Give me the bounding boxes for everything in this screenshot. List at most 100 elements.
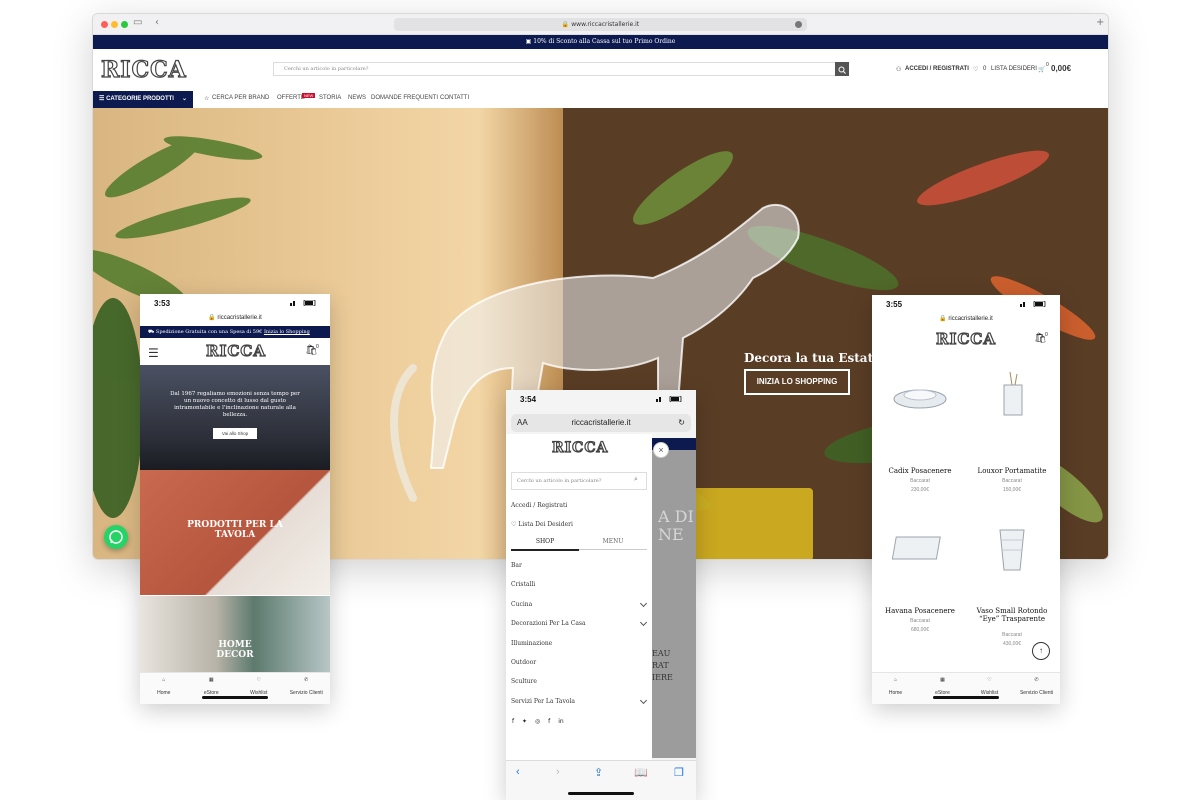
facebook-icon[interactable]: f: [512, 718, 514, 725]
shipping-banner-link[interactable]: Inizia lo Shopping: [264, 329, 310, 335]
home-icon: ⌂: [893, 677, 898, 683]
product-brand: Baccarat: [910, 478, 930, 484]
drawer-wishlist-link[interactable]: ♡ Lista Dei Desideri: [511, 521, 573, 528]
nav-history[interactable]: STORIA: [319, 95, 341, 101]
product-price: 150,00€: [1002, 487, 1022, 493]
chevron-down-icon[interactable]: [639, 696, 648, 705]
scroll-to-top-button[interactable]: ↑: [1032, 642, 1050, 660]
category-item[interactable]: Cristalli: [511, 581, 535, 588]
category-item[interactable]: Decorazioni Per La Casa: [511, 620, 586, 627]
nav-contacts[interactable]: CONTATTI: [440, 95, 469, 101]
chevron-down-icon[interactable]: [639, 618, 648, 627]
drawer-account-link[interactable]: Accedi / Registrati: [511, 502, 567, 509]
tab-customer-service[interactable]: ✆ Servizio Clienti: [1013, 677, 1060, 696]
menu-icon[interactable]: ☰: [148, 346, 159, 360]
back-icon[interactable]: ‹: [155, 17, 159, 28]
category-item[interactable]: Bar: [511, 562, 522, 569]
chevron-down-icon[interactable]: [639, 599, 648, 608]
category-item[interactable]: Sculture: [511, 678, 537, 685]
product-name[interactable]: Havana Posacenere: [880, 607, 960, 615]
close-window-icon[interactable]: [101, 21, 108, 28]
signal-wifi-battery-icon: [1020, 301, 1046, 307]
phone-cart-count: 0: [316, 344, 319, 350]
drawer-logo[interactable]: RICCA: [551, 439, 608, 456]
product-name[interactable]: Louxor Portamatite: [972, 467, 1052, 475]
home-indicator: [568, 792, 634, 795]
cart-icon[interactable]: 🛒: [1038, 66, 1045, 73]
status-time: 3:55: [886, 300, 903, 309]
phone-url[interactable]: 🔒 riccacristallerie.it: [140, 314, 330, 321]
site-logo[interactable]: RICCA: [100, 56, 187, 83]
reload-icon[interactable]: [795, 21, 802, 28]
section-tableware[interactable]: PRODOTTI PER LA TAVOLA: [140, 470, 330, 595]
nav-faq[interactable]: DOMANDE FREQUENTI: [371, 95, 438, 101]
address-bar[interactable]: 🔒 www.riccacristallerie.it: [394, 18, 807, 31]
phone-logo[interactable]: RICCA: [205, 341, 266, 360]
category-item[interactable]: Cucina: [511, 601, 532, 608]
hamburger-icon: ☰: [99, 96, 105, 102]
truck-icon: ⛟: [148, 329, 155, 335]
minimize-window-icon[interactable]: [111, 21, 118, 28]
category-item[interactable]: Servizi Per La Tavola: [511, 698, 575, 705]
wishlist-link[interactable]: LISTA DESIDERI: [991, 66, 1037, 72]
product-brand: Baccarat: [1002, 478, 1022, 484]
back-icon[interactable]: ‹: [516, 766, 520, 778]
facebook-icon[interactable]: f: [548, 718, 550, 725]
search-button[interactable]: [835, 62, 849, 76]
nav-brand-search[interactable]: CERCA PER BRAND: [212, 95, 269, 101]
bookmarks-icon[interactable]: 📖: [634, 766, 648, 779]
signal-wifi-battery-icon: [656, 396, 682, 402]
category-item[interactable]: Outdoor: [511, 659, 536, 666]
close-drawer-button[interactable]: ×: [653, 442, 669, 458]
product-price: 680,00€: [910, 627, 930, 633]
tabs-icon[interactable]: ❐: [674, 766, 684, 779]
product-price: 230,00€: [910, 487, 930, 493]
reload-icon[interactable]: ↻: [678, 414, 685, 432]
heart-icon: ♡: [973, 67, 979, 73]
product-brand: Baccarat: [910, 618, 930, 624]
shop-button[interactable]: Vai allo Shop: [213, 428, 257, 439]
search-icon[interactable]: ⌕: [634, 476, 638, 484]
search-input[interactable]: Cerchi un articolo in particolare?: [273, 62, 843, 76]
drawer-tab-shop[interactable]: SHOP: [511, 538, 579, 551]
account-link[interactable]: ACCEDI / REGISTRATI: [905, 66, 969, 72]
phone-logo[interactable]: RICCA: [935, 329, 996, 348]
zoom-window-icon[interactable]: [121, 21, 128, 28]
product-card[interactable]: Havana Posacenere Baccarat 680,00€: [878, 515, 963, 635]
forward-icon[interactable]: ›: [556, 766, 560, 778]
product-card[interactable]: Vaso Small Rotondo “Eye” Trasparente Bac…: [970, 515, 1055, 647]
categories-button[interactable]: ☰ CATEGORIE PRODOTTI ⌄: [93, 91, 193, 108]
drawer-search-input[interactable]: Cerchi un articolo in particolare?: [511, 472, 647, 490]
tab-wishlist[interactable]: ♡ Wishlist: [966, 677, 1013, 696]
cart-total[interactable]: 0,00€: [1051, 64, 1071, 73]
category-item[interactable]: Illuminazione: [511, 640, 552, 647]
whatsapp-button[interactable]: [104, 525, 128, 549]
share-icon[interactable]: ⇪: [594, 766, 603, 779]
tab-home[interactable]: ⌂ Home: [140, 677, 188, 696]
product-name[interactable]: Vaso Small Rotondo “Eye” Trasparente: [972, 607, 1052, 623]
phone-url[interactable]: 🔒 riccacristallerie.it: [872, 315, 1060, 322]
tab-home[interactable]: ⌂ Home: [872, 677, 919, 696]
tab-wishlist[interactable]: ♡ Wishlist: [235, 677, 283, 696]
new-tab-icon[interactable]: +: [1096, 17, 1104, 28]
home-indicator: [933, 696, 999, 699]
twitter-icon[interactable]: ✦: [522, 718, 527, 725]
hero-shop-button[interactable]: INIZIA LO SHOPPING: [744, 369, 850, 395]
tab-estore[interactable]: ▦ eStore: [919, 677, 966, 696]
sidebar-toggle-icon[interactable]: ▭: [133, 17, 142, 28]
section-home-decor[interactable]: HOME DECOR: [140, 596, 330, 672]
chevron-down-icon: ⌄: [181, 96, 187, 102]
phone-hero: Dal 1967 regaliamo emozioni senza tempo …: [140, 365, 330, 470]
safari-address-bar[interactable]: AA riccacristallerie.it ↻: [511, 414, 691, 432]
product-card[interactable]: Cadix Posacenere Baccarat 230,00€: [878, 370, 963, 493]
tab-estore[interactable]: ▦ eStore: [188, 677, 236, 696]
browser-toolbar: ▭ ‹ 🔒 www.riccacristallerie.it +: [93, 14, 1108, 35]
drawer-tab-menu[interactable]: MENU: [579, 538, 647, 550]
nav-offers[interactable]: OFFERTE: [277, 95, 305, 101]
instagram-icon[interactable]: ◎: [535, 718, 540, 725]
linkedin-icon[interactable]: in: [558, 718, 563, 725]
product-name[interactable]: Cadix Posacenere: [880, 467, 960, 475]
product-card[interactable]: Louxor Portamatite Baccarat 150,00€: [970, 370, 1055, 493]
nav-news[interactable]: NEWS: [348, 95, 366, 101]
tab-customer-service[interactable]: ✆ Servizio Clienti: [283, 677, 331, 696]
